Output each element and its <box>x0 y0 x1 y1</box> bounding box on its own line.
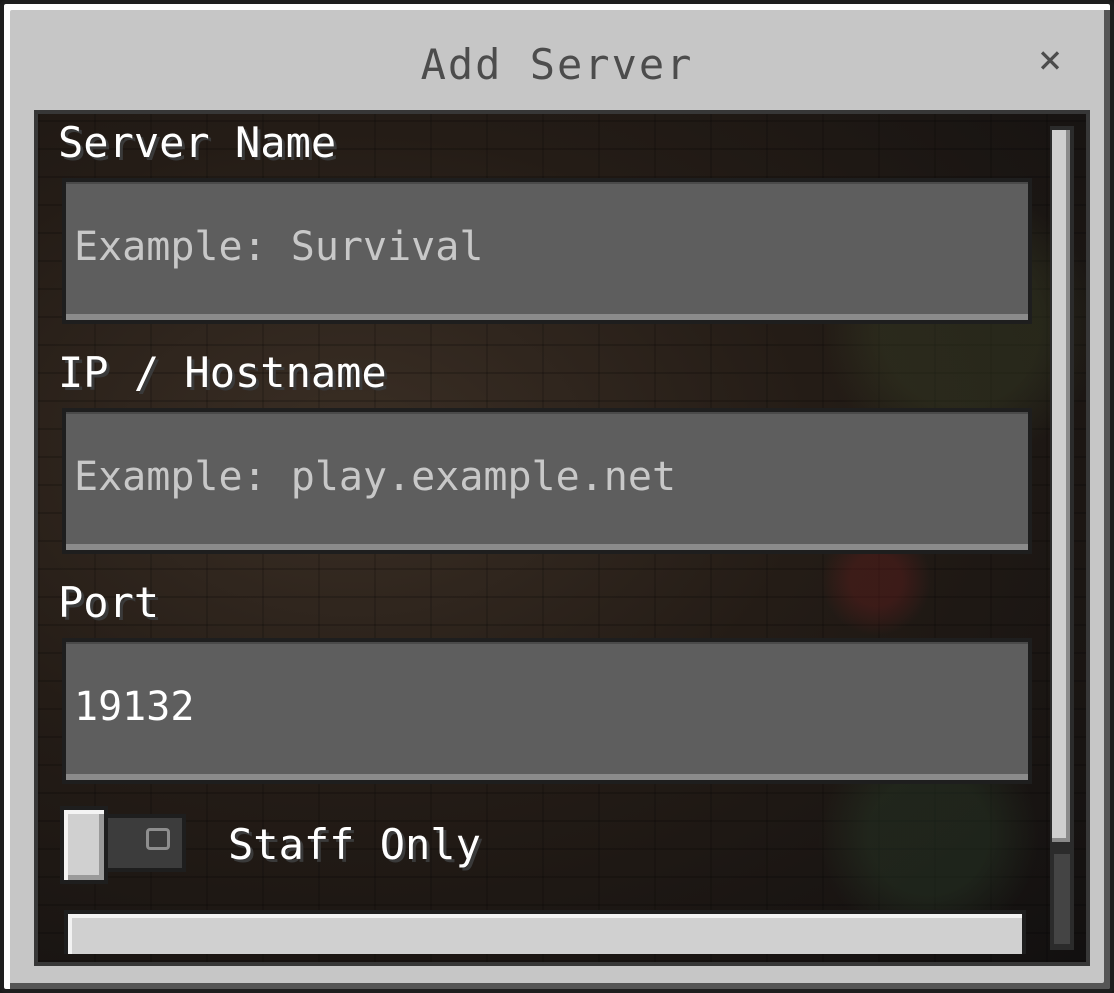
hostname-label: IP / Hostname <box>58 348 387 397</box>
dialog-title: Add Server <box>420 40 694 89</box>
form-panel: Server Name IP / Hostname Port Staff Onl… <box>34 110 1090 966</box>
staff-only-label: Staff Only <box>228 820 481 869</box>
staff-only-toggle[interactable] <box>60 806 190 884</box>
port-input[interactable] <box>74 642 1014 772</box>
scrollbar-thumb[interactable] <box>1052 130 1070 842</box>
close-icon[interactable]: × <box>1030 40 1070 80</box>
form-content: Server Name IP / Hostname Port Staff Onl… <box>38 114 1086 962</box>
add-server-dialog: Add Server × Server Name IP / Hostname P… <box>0 0 1114 993</box>
hostname-input[interactable] <box>74 412 1014 542</box>
server-name-input[interactable] <box>74 182 1014 312</box>
toggle-knob[interactable] <box>60 806 108 884</box>
scrollbar[interactable] <box>1050 126 1074 950</box>
add-server-button[interactable] <box>64 910 1026 954</box>
server-name-field[interactable] <box>62 178 1032 324</box>
toggle-off-icon <box>146 828 170 850</box>
server-name-label: Server Name <box>58 118 337 167</box>
scrollbar-track[interactable] <box>1054 854 1070 944</box>
hostname-field[interactable] <box>62 408 1032 554</box>
port-field[interactable] <box>62 638 1032 784</box>
port-label: Port <box>58 578 160 627</box>
